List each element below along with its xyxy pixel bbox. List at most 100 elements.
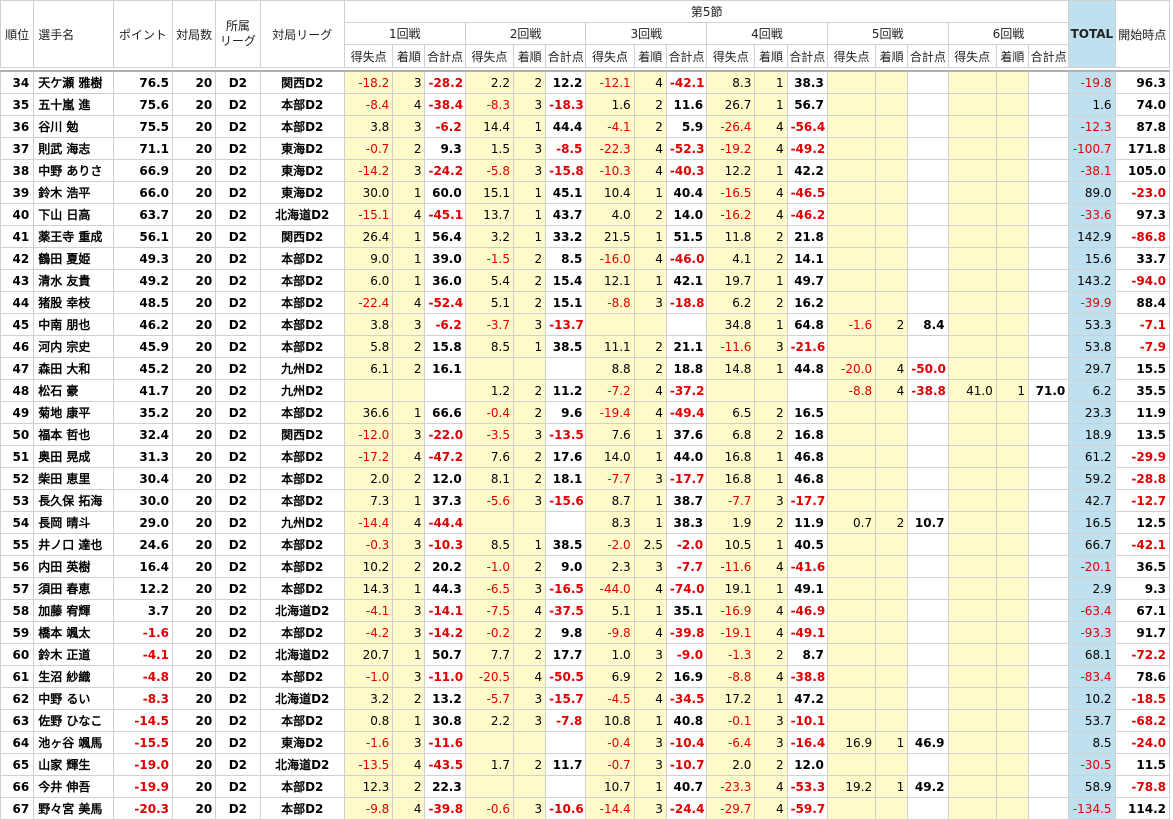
round-order: 1: [392, 181, 426, 204]
start-points-cell: 96.3: [1114, 70, 1171, 94]
game-league-cell: 本部D2: [259, 115, 345, 138]
game-league-cell: 本部D2: [259, 621, 345, 644]
round-total: -10.4: [665, 731, 708, 754]
game-league-cell: 関西D2: [259, 423, 345, 446]
round-score: 19.1: [706, 577, 756, 600]
round-order: 4: [633, 687, 667, 710]
player-name: 橋本 颯太: [33, 621, 114, 644]
round-total: 21.1: [665, 335, 708, 358]
player-name: 猪股 幸枝: [33, 291, 114, 314]
round-total: [1027, 291, 1070, 314]
round-order: 1: [633, 709, 667, 732]
round-score: [947, 137, 997, 160]
header-score: 得失点: [706, 44, 756, 68]
header-score: 得失点: [826, 44, 877, 68]
round-total: 42.2: [786, 159, 828, 182]
games-cell: 20: [171, 577, 217, 600]
round-order: [995, 489, 1029, 512]
division-cell: D2: [215, 643, 261, 666]
round-order: [875, 665, 909, 688]
round-order: [875, 621, 909, 644]
round-score: 3.8: [343, 313, 394, 336]
round-order: 1: [392, 269, 426, 292]
round-order: 1: [995, 379, 1029, 402]
round-order: 2: [754, 291, 788, 314]
round-total: 37.6: [665, 423, 708, 446]
table-row: 38 中野 ありさ 66.9 20 D2 東海D2 -14.2 3 -24.2 -5.8 3 -15.…: [0, 159, 1171, 182]
table-row: 41 薬王寺 重成 56.1 20 D2 関西D2 26.4 1 56.4 3.2 1 33.2 21.…: [0, 225, 1171, 248]
round-order: 4: [633, 137, 667, 160]
start-points-cell: -23.0: [1114, 181, 1171, 204]
table-row: 54 長岡 晴斗 29.0 20 D2 九州D2 -14.4 4 -44.4 8.3 1 38.3 1.…: [0, 511, 1171, 534]
start-points-cell: -94.0: [1114, 269, 1171, 292]
round-order: 4: [754, 203, 788, 226]
division-cell: D2: [215, 313, 261, 336]
division-cell: D2: [215, 335, 261, 358]
round-order: 4: [754, 181, 788, 204]
game-league-cell: 本部D2: [259, 489, 345, 512]
game-league-cell: 本部D2: [259, 467, 345, 490]
round-total: -49.4: [665, 401, 708, 424]
header-score: 得失点: [343, 44, 394, 68]
round-order: [995, 225, 1029, 248]
games-cell: 20: [171, 225, 217, 248]
header-order: 着順: [392, 44, 426, 68]
round-total: [1027, 643, 1070, 666]
round-order: [995, 269, 1029, 292]
games-cell: 20: [171, 423, 217, 446]
round-total: [907, 643, 949, 666]
round-score: 10.5: [706, 533, 756, 556]
table-row: 57 須田 春恵 12.2 20 D2 本部D2 14.3 1 44.3 -6.5 3 -16.5 -4…: [0, 577, 1171, 600]
rank-cell: 59: [0, 621, 35, 644]
game-league-cell: 東海D2: [259, 159, 345, 182]
round-order: [875, 401, 909, 424]
round-order: [875, 70, 909, 94]
round-score: 3.2: [343, 687, 394, 710]
division-cell: D2: [215, 621, 261, 644]
round-order: [875, 599, 909, 622]
round-total: [1027, 775, 1070, 798]
total-cell: 53.7: [1068, 709, 1116, 732]
round-score: [826, 577, 877, 600]
round-total: 40.5: [786, 533, 828, 556]
round-score: [826, 599, 877, 622]
round-total: [907, 269, 949, 292]
points-cell: -1.6: [112, 621, 174, 644]
games-cell: 20: [171, 643, 217, 666]
round-order: 2: [392, 687, 426, 710]
round-order: 1: [754, 269, 788, 292]
round-score: 3.2: [464, 225, 514, 248]
total-cell: -20.1: [1068, 555, 1116, 578]
round-total: -49.2: [786, 137, 828, 160]
round-order: 1: [754, 445, 788, 468]
round-total: [1027, 621, 1070, 644]
round-order: 4: [392, 291, 426, 314]
round-order: [875, 555, 909, 578]
round-score: 8.3: [706, 70, 756, 94]
round-total: [1027, 709, 1070, 732]
round-score: 1.7: [464, 753, 514, 776]
total-cell: 1.6: [1068, 93, 1116, 116]
start-points-cell: -7.1: [1114, 313, 1171, 336]
round-score: -44.0: [585, 577, 635, 600]
round-total: -28.2: [424, 70, 466, 94]
rank-cell: 66: [0, 775, 35, 798]
round-order: [995, 115, 1029, 138]
table-row: 60 鈴木 正道 -4.1 20 D2 北海道D2 20.7 1 50.7 7.7 2 17.7 1.0…: [0, 643, 1171, 666]
game-league-cell: 北海道D2: [259, 753, 345, 776]
points-cell: -19.0: [112, 753, 174, 776]
round-total: 38.3: [786, 70, 828, 94]
round-score: -3.7: [464, 313, 514, 336]
round-total: -52.4: [424, 291, 466, 314]
round-total: [1027, 335, 1070, 358]
round-score: 12.1: [585, 269, 635, 292]
round-order: 2: [754, 401, 788, 424]
round-order: 3: [512, 423, 547, 446]
division-cell: D2: [215, 357, 261, 380]
start-points-cell: 97.3: [1114, 203, 1171, 226]
round-score: 21.5: [585, 225, 635, 248]
round-total: -42.1: [665, 70, 708, 94]
points-cell: -19.9: [112, 775, 174, 798]
round-order: 1: [633, 423, 667, 446]
round-order: [995, 203, 1029, 226]
